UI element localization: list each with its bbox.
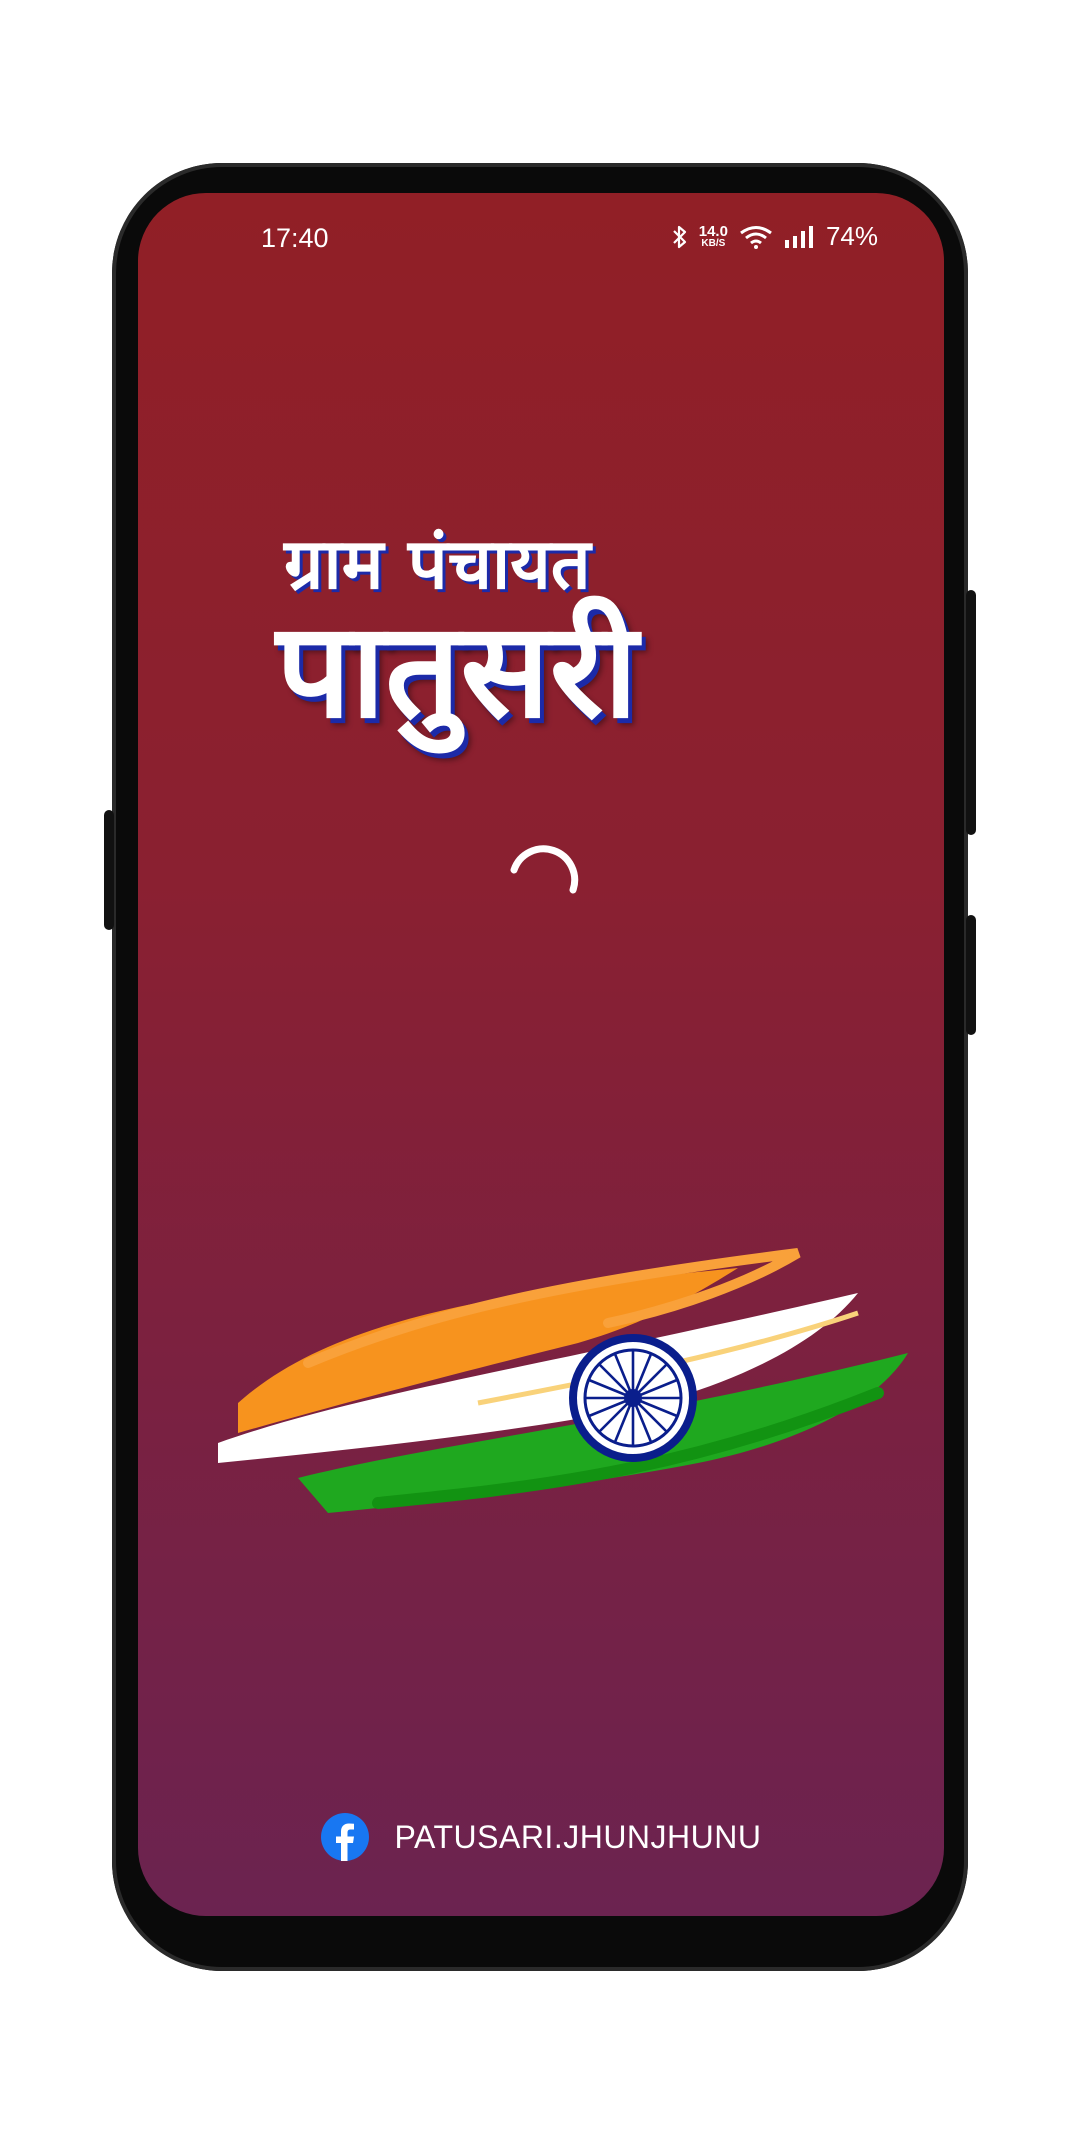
- phone-power-button: [966, 915, 976, 1035]
- phone-side-button: [104, 810, 114, 930]
- facebook-link[interactable]: PATUSARI.JHUNJHUNU: [138, 1813, 944, 1861]
- status-bar: 17:40 14.0 KB/S 74%: [138, 193, 944, 283]
- wifi-icon: [740, 225, 772, 249]
- network-speed-unit: KB/S: [701, 238, 726, 249]
- india-flag-brush-icon: [218, 1248, 908, 1513]
- status-indicators: 14.0 KB/S 74%: [671, 221, 878, 252]
- network-speed-value: 14.0: [698, 223, 728, 240]
- loading-spinner-icon: [510, 845, 579, 894]
- status-time: 17:40: [261, 223, 329, 253]
- phone-volume-button: [966, 590, 976, 835]
- network-speed: 14.0 KB/S: [699, 224, 728, 249]
- facebook-icon: [320, 1813, 369, 1861]
- bluetooth-icon: [672, 225, 686, 248]
- battery-level: 74%: [825, 221, 878, 251]
- title-village-name: पातुसरी: [276, 594, 638, 748]
- facebook-page-label: PATUSARI.JHUNJHUNU: [394, 1818, 762, 1855]
- signal-icon: [784, 225, 813, 248]
- splash-screen: 17:40 14.0 KB/S 74% ग्राम पंचायत पातुसरी…: [138, 193, 944, 1916]
